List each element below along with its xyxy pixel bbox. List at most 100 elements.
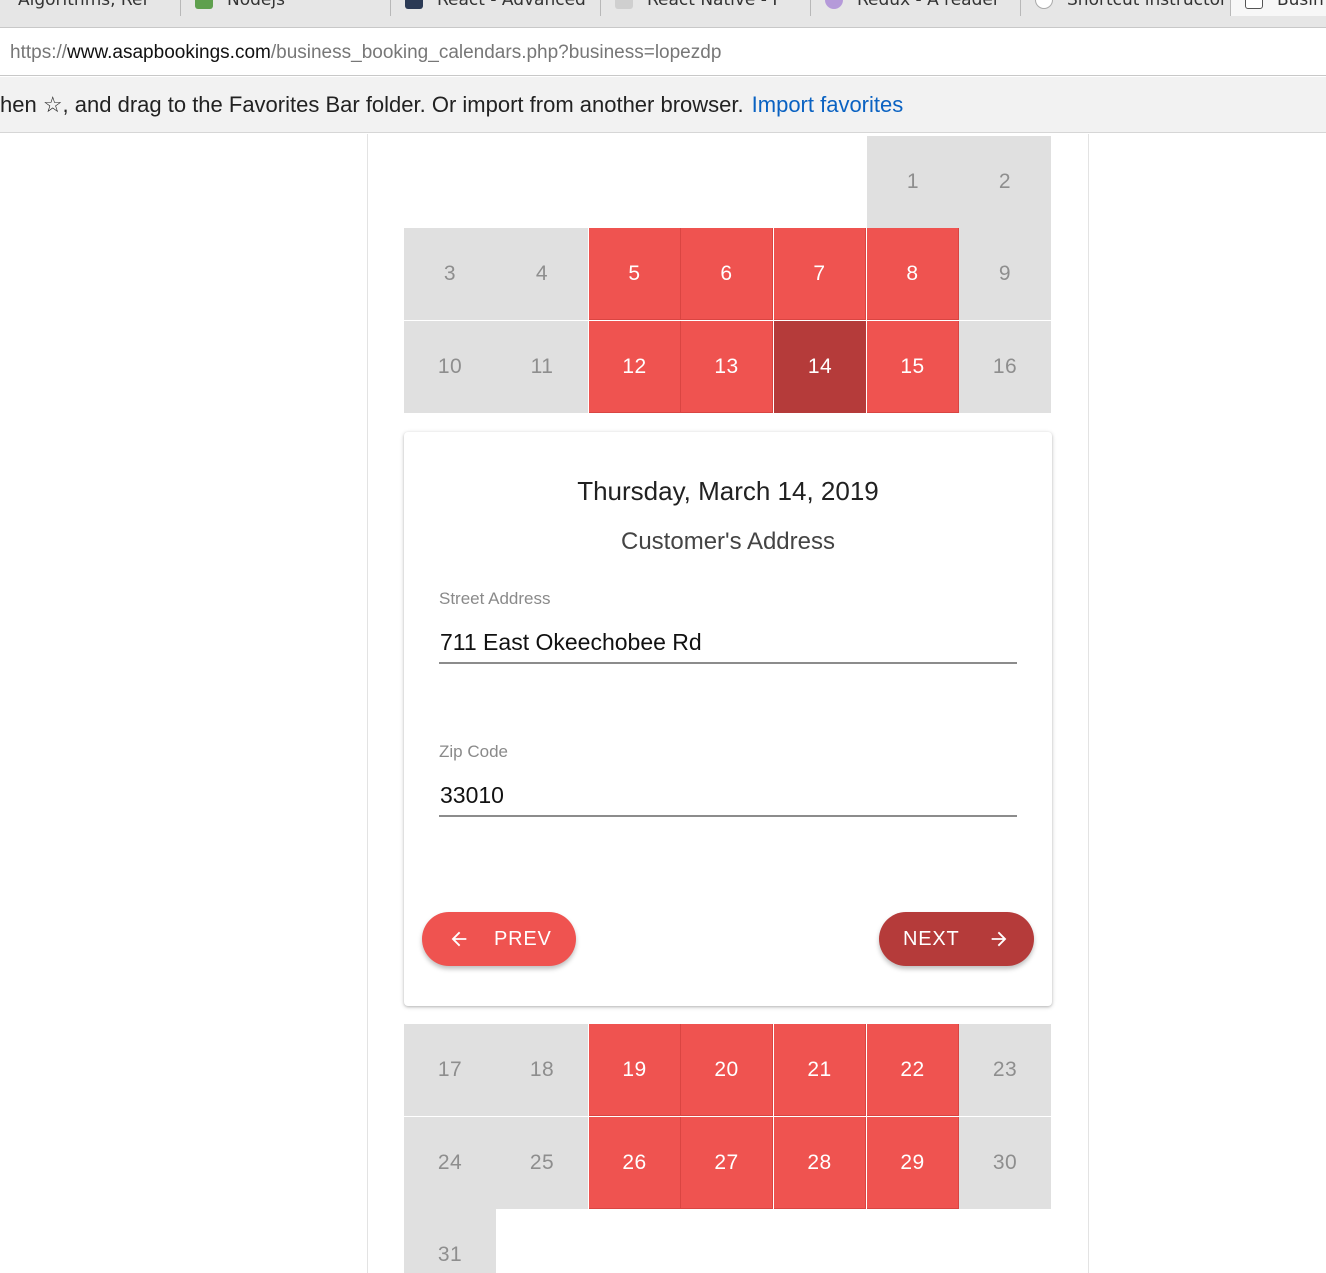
day-cell-available[interactable]: 5: [589, 228, 681, 320]
day-cell: 24: [404, 1117, 496, 1209]
url-text[interactable]: https://www.asapbookings.com/business_bo…: [10, 29, 721, 76]
day-number: 12: [622, 354, 647, 378]
browser-tab-strip: Algorithms, Ref Nodejs React - Advanced …: [0, 0, 1326, 28]
day-number: 21: [807, 1057, 832, 1081]
street-address-label: Street Address: [439, 589, 551, 608]
day-number: 10: [437, 355, 463, 378]
zip-code-input[interactable]: [439, 775, 1017, 817]
tab-title: Shortcut instructor: [1067, 0, 1227, 10]
redux-icon: [825, 0, 843, 9]
day-cell-available[interactable]: 19: [589, 1024, 681, 1116]
tab-title: Redux - A reader: [857, 0, 1000, 10]
day-number: 4: [535, 262, 549, 285]
day-number: 3: [443, 262, 457, 285]
day-number: 28: [807, 1150, 832, 1174]
page-icon: [1245, 0, 1263, 9]
site-icon: [615, 0, 633, 9]
day-cell-available[interactable]: 28: [774, 1117, 866, 1209]
day-cell-selected[interactable]: 14: [774, 321, 866, 413]
day-number: 9: [998, 262, 1012, 285]
street-address-input[interactable]: [439, 622, 1017, 664]
nodejs-icon: [195, 0, 213, 9]
day-cell-available[interactable]: 20: [681, 1024, 773, 1116]
day-cell-available[interactable]: 6: [681, 228, 773, 320]
address-bar[interactable]: https://www.asapbookings.com/business_bo…: [0, 29, 1326, 76]
day-cell-available[interactable]: 21: [774, 1024, 866, 1116]
day-cell-available[interactable]: 22: [867, 1024, 959, 1116]
day-cell-available[interactable]: 13: [681, 321, 773, 413]
day-number: 23: [992, 1058, 1018, 1081]
day-cell-available[interactable]: 12: [589, 321, 681, 413]
day-cell: 4: [496, 228, 588, 320]
day-cell-available[interactable]: 27: [681, 1117, 773, 1209]
day-number: 27: [714, 1150, 739, 1174]
day-cell: 11: [496, 321, 588, 413]
day-cell: 1: [867, 136, 959, 228]
day-number: 1: [906, 170, 920, 193]
day-number: 14: [807, 355, 833, 378]
import-favorites-link[interactable]: Import favorites: [752, 92, 904, 117]
next-button-label: NEXT: [903, 927, 960, 950]
tab-title: React - Advanced: [437, 0, 586, 10]
site-icon: [405, 0, 423, 9]
prev-button-label: PREV: [494, 927, 552, 950]
tab-title: Nodejs: [227, 0, 285, 10]
day-cell: 9: [959, 228, 1051, 320]
day-number: 5: [628, 261, 641, 285]
day-cell: 23: [959, 1024, 1051, 1116]
day-cell: 3: [404, 228, 496, 320]
browser-tab[interactable]: Shortcut instructor: [1021, 0, 1231, 16]
day-cell: 10: [404, 321, 496, 413]
day-cell-available[interactable]: 26: [589, 1117, 681, 1209]
prev-button[interactable]: PREV: [422, 912, 576, 966]
day-number: 29: [900, 1150, 925, 1174]
tab-title: Busin: [1277, 0, 1324, 10]
day-cell: 30: [959, 1117, 1051, 1209]
browser-tab-active[interactable]: Busin: [1231, 0, 1326, 16]
day-number: 19: [622, 1057, 647, 1081]
day-number: 31: [437, 1243, 463, 1266]
day-number: 13: [714, 354, 739, 378]
day-cell: 18: [496, 1024, 588, 1116]
day-number: 11: [530, 355, 554, 378]
browser-tab[interactable]: Redux - A reader: [811, 0, 1021, 16]
day-cell-available[interactable]: 15: [867, 321, 959, 413]
arrow-right-icon: [991, 931, 1006, 947]
day-number: 2: [998, 170, 1012, 193]
street-address-field: Street Address: [439, 588, 1017, 664]
day-cell-available[interactable]: 8: [867, 228, 959, 320]
day-number: 17: [437, 1058, 463, 1081]
tab-title: Algorithms, Ref: [18, 0, 149, 10]
arrow-left-icon: [451, 931, 467, 947]
day-number: 15: [900, 354, 925, 378]
day-cell: 31: [404, 1209, 496, 1273]
day-cell-available[interactable]: 7: [774, 228, 866, 320]
day-cell: 17: [404, 1024, 496, 1116]
day-number: 24: [437, 1151, 463, 1174]
url-scheme: https://: [10, 42, 68, 63]
day-number: 8: [906, 261, 919, 285]
browser-tab[interactable]: React Native - F: [601, 0, 811, 16]
url-host: www.asapbookings.com: [67, 42, 271, 63]
day-number: 30: [992, 1151, 1018, 1174]
favorites-bar-message: hen ☆, and drag to the Favorites Bar fol…: [0, 92, 744, 117]
day-number: 18: [529, 1058, 555, 1081]
browser-tab[interactable]: React - Advanced: [391, 0, 601, 16]
day-cell: 2: [959, 136, 1051, 228]
day-number: 20: [714, 1057, 739, 1081]
browser-tab[interactable]: Nodejs: [181, 0, 391, 16]
day-number: 6: [720, 261, 733, 285]
card-subtitle: Customer's Address: [621, 528, 835, 555]
day-number: 16: [992, 355, 1018, 378]
browser-tab[interactable]: Algorithms, Ref: [0, 0, 181, 16]
site-icon: [1035, 0, 1053, 9]
day-cell-available[interactable]: 29: [867, 1117, 959, 1209]
tab-title: React Native - F: [647, 0, 783, 10]
selected-date-title: Thursday, March 14, 2019: [577, 476, 879, 506]
day-number: 26: [622, 1150, 647, 1174]
zip-code-label: Zip Code: [439, 742, 508, 761]
next-button[interactable]: NEXT: [879, 912, 1034, 966]
favorites-bar: hen ☆, and drag to the Favorites Bar fol…: [0, 77, 1326, 133]
day-number: 25: [529, 1151, 555, 1174]
day-number: 7: [813, 261, 826, 285]
